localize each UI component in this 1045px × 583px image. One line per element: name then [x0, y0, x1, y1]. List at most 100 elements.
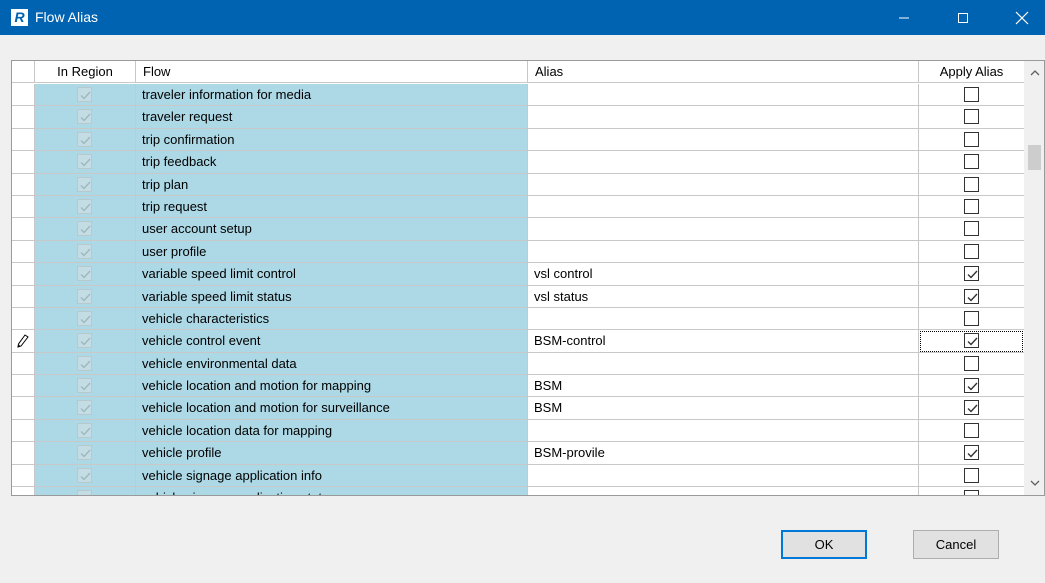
row-selector[interactable]	[12, 375, 35, 398]
apply-alias-checkbox[interactable]	[963, 198, 979, 214]
row-selector[interactable]	[12, 240, 35, 264]
apply-alias-cell[interactable]	[919, 397, 1024, 420]
apply-alias-checkbox[interactable]	[963, 266, 979, 282]
table-row[interactable]: vehicle signage application info	[12, 464, 1024, 488]
apply-alias-cell[interactable]	[919, 106, 1024, 129]
alias-cell[interactable]	[528, 419, 919, 443]
column-header-in-region[interactable]: In Region	[35, 61, 136, 83]
apply-alias-cell[interactable]	[919, 330, 1024, 353]
column-header-flow[interactable]: Flow	[136, 61, 528, 83]
table-row[interactable]: user profile	[12, 240, 1024, 264]
maximize-button[interactable]	[940, 0, 986, 35]
row-selector[interactable]	[12, 487, 35, 495]
table-row[interactable]: trip plan	[12, 173, 1024, 196]
apply-alias-checkbox[interactable]	[963, 445, 979, 461]
row-selector[interactable]	[12, 218, 35, 241]
table-row[interactable]: trip request	[12, 195, 1024, 219]
apply-alias-checkbox[interactable]	[963, 490, 979, 495]
apply-alias-cell[interactable]	[919, 464, 1024, 488]
apply-alias-checkbox[interactable]	[963, 333, 979, 349]
apply-alias-cell[interactable]	[919, 375, 1024, 398]
table-row[interactable]: traveler request	[12, 106, 1024, 129]
row-selector[interactable]	[12, 263, 35, 286]
apply-alias-cell[interactable]	[919, 263, 1024, 286]
apply-alias-checkbox[interactable]	[963, 176, 979, 192]
flow-alias-grid[interactable]: In Region Flow Alias Apply Alias travele…	[11, 60, 1045, 496]
row-selector[interactable]	[12, 106, 35, 129]
alias-cell[interactable]	[528, 307, 919, 331]
alias-cell[interactable]: BSM-provile	[528, 442, 919, 465]
row-selector[interactable]	[12, 397, 35, 420]
apply-alias-cell[interactable]	[919, 442, 1024, 465]
alias-cell[interactable]	[528, 106, 919, 129]
vertical-scrollbar[interactable]	[1024, 61, 1044, 495]
row-selector[interactable]	[12, 285, 35, 308]
apply-alias-checkbox[interactable]	[963, 422, 979, 438]
table-row[interactable]: vehicle signage application status	[12, 487, 1024, 495]
apply-alias-checkbox[interactable]	[963, 154, 979, 170]
apply-alias-checkbox[interactable]	[963, 109, 979, 125]
column-header-alias[interactable]: Alias	[528, 61, 919, 83]
apply-alias-cell[interactable]	[919, 285, 1024, 308]
apply-alias-checkbox[interactable]	[963, 378, 979, 394]
alias-cell[interactable]: vsl control	[528, 263, 919, 286]
apply-alias-checkbox[interactable]	[963, 288, 979, 304]
minimize-button[interactable]	[881, 0, 927, 35]
row-selector[interactable]	[12, 330, 35, 353]
table-row[interactable]: variable speed limit control vsl control	[12, 263, 1024, 286]
row-selector[interactable]	[12, 442, 35, 465]
close-button[interactable]	[999, 0, 1045, 35]
cancel-button[interactable]: Cancel	[913, 530, 999, 559]
table-row[interactable]: vehicle location and motion for surveill…	[12, 397, 1024, 420]
apply-alias-cell[interactable]	[919, 151, 1024, 174]
alias-cell[interactable]	[528, 352, 919, 376]
scroll-down-button[interactable]	[1024, 473, 1044, 493]
alias-cell[interactable]: vsl status	[528, 285, 919, 308]
apply-alias-cell[interactable]	[919, 173, 1024, 196]
apply-alias-checkbox[interactable]	[963, 400, 979, 416]
table-row[interactable]: variable speed limit status vsl status	[12, 285, 1024, 308]
table-row[interactable]: trip feedback	[12, 151, 1024, 174]
apply-alias-cell[interactable]	[919, 419, 1024, 443]
alias-cell[interactable]	[528, 218, 919, 241]
apply-alias-checkbox[interactable]	[963, 221, 979, 237]
alias-cell[interactable]	[528, 487, 919, 495]
alias-cell[interactable]: BSM	[528, 375, 919, 398]
row-selector[interactable]	[12, 307, 35, 331]
apply-alias-cell[interactable]	[919, 307, 1024, 331]
apply-alias-checkbox[interactable]	[963, 131, 979, 147]
alias-cell[interactable]	[528, 151, 919, 174]
table-row[interactable]: traveler information for media	[12, 84, 1024, 107]
apply-alias-cell[interactable]	[919, 195, 1024, 219]
apply-alias-checkbox[interactable]	[963, 467, 979, 483]
table-row[interactable]: vehicle control event BSM-control	[12, 330, 1024, 353]
table-row[interactable]: vehicle location data for mapping	[12, 419, 1024, 443]
row-selector[interactable]	[12, 464, 35, 488]
alias-cell[interactable]	[528, 195, 919, 219]
apply-alias-cell[interactable]	[919, 84, 1024, 107]
table-row[interactable]: vehicle profile BSM-provile	[12, 442, 1024, 465]
apply-alias-cell[interactable]	[919, 128, 1024, 152]
scroll-thumb[interactable]	[1028, 145, 1041, 170]
alias-cell[interactable]: BSM-control	[528, 330, 919, 353]
table-row[interactable]: vehicle environmental data	[12, 352, 1024, 376]
row-selector[interactable]	[12, 151, 35, 174]
apply-alias-checkbox[interactable]	[963, 310, 979, 326]
alias-cell[interactable]	[528, 240, 919, 264]
apply-alias-checkbox[interactable]	[963, 355, 979, 371]
apply-alias-cell[interactable]	[919, 218, 1024, 241]
row-selector[interactable]	[12, 419, 35, 443]
row-selector[interactable]	[12, 84, 35, 107]
scroll-up-button[interactable]	[1024, 63, 1044, 83]
row-selector[interactable]	[12, 352, 35, 376]
alias-cell[interactable]	[528, 173, 919, 196]
alias-cell[interactable]	[528, 464, 919, 488]
row-selector[interactable]	[12, 173, 35, 196]
apply-alias-cell[interactable]	[919, 240, 1024, 264]
table-row[interactable]: vehicle location and motion for mapping B…	[12, 375, 1024, 398]
row-selector[interactable]	[12, 128, 35, 152]
ok-button[interactable]: OK	[781, 530, 867, 559]
column-header-apply-alias[interactable]: Apply Alias	[919, 61, 1024, 83]
table-row[interactable]: vehicle characteristics	[12, 307, 1024, 331]
apply-alias-cell[interactable]	[919, 352, 1024, 376]
